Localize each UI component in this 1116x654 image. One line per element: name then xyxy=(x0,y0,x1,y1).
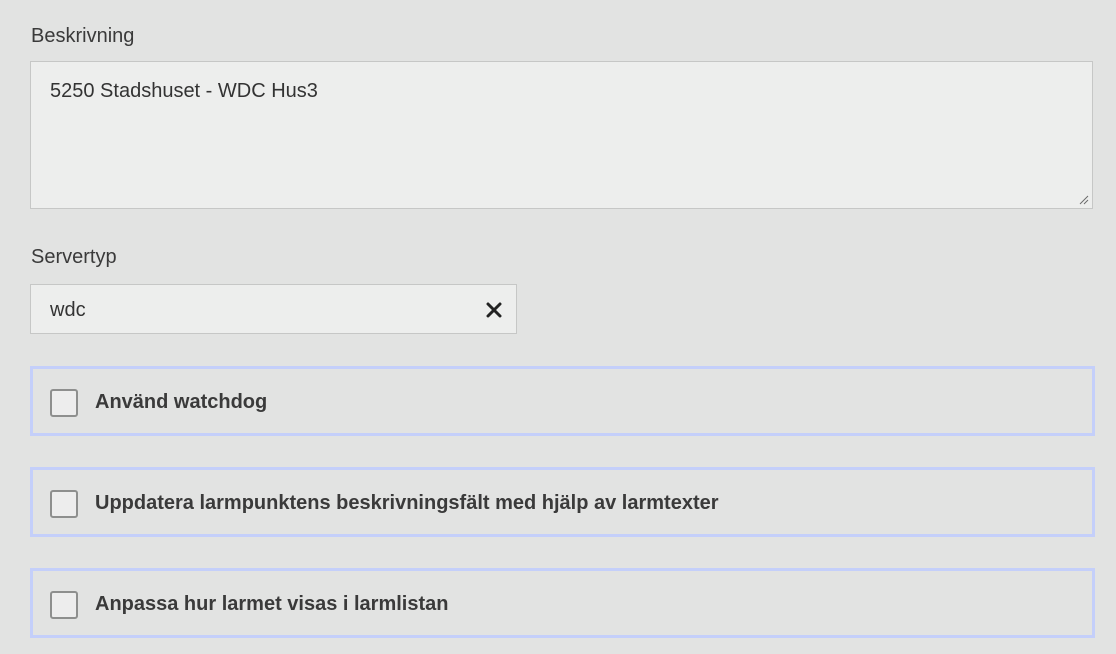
customize-alarm-display-checkbox[interactable] xyxy=(50,591,78,619)
resize-handle-icon[interactable] xyxy=(1079,195,1089,205)
update-description-label: Uppdatera larmpunktens beskrivningsfält … xyxy=(95,492,719,514)
server-type-value: wdc xyxy=(50,299,86,321)
update-description-checkbox[interactable] xyxy=(50,490,78,518)
server-type-label: Servertyp xyxy=(31,246,117,268)
description-label: Beskrivning xyxy=(31,25,135,47)
use-watchdog-option[interactable]: Använd watchdog xyxy=(30,366,1095,436)
update-description-option[interactable]: Uppdatera larmpunktens beskrivningsfält … xyxy=(30,467,1095,537)
server-type-select[interactable]: wdc xyxy=(30,284,517,334)
use-watchdog-checkbox[interactable] xyxy=(50,389,78,417)
customize-alarm-display-label: Anpassa hur larmet visas i larmlistan xyxy=(95,593,449,615)
customize-alarm-display-option[interactable]: Anpassa hur larmet visas i larmlistan xyxy=(30,568,1095,638)
close-icon[interactable] xyxy=(486,302,502,318)
description-text: 5250 Stadshuset - WDC Hus3 xyxy=(50,80,318,102)
use-watchdog-label: Använd watchdog xyxy=(95,391,268,413)
description-textarea[interactable]: 5250 Stadshuset - WDC Hus3 xyxy=(30,61,1093,209)
